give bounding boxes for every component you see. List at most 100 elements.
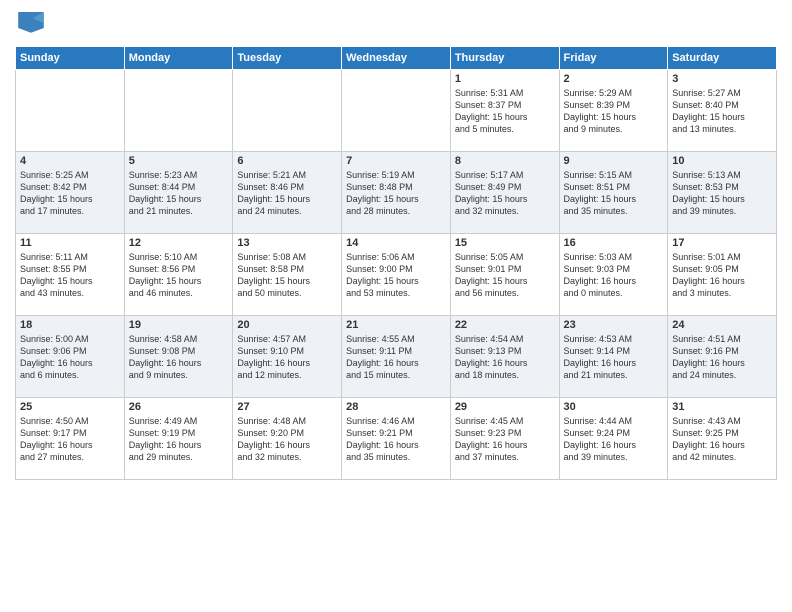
day-info: Sunrise: 4:51 AM Sunset: 9:16 PM Dayligh… (672, 333, 772, 382)
day-info: Sunrise: 5:10 AM Sunset: 8:56 PM Dayligh… (129, 251, 229, 300)
calendar-cell: 25 Sunrise: 4:50 AM Sunset: 9:17 PM Dayli… (16, 398, 125, 480)
day-info: Sunrise: 4:53 AM Sunset: 9:14 PM Dayligh… (564, 333, 664, 382)
day-number: 8 (455, 155, 555, 167)
col-header-wednesday: Wednesday (342, 47, 451, 70)
day-number: 2 (564, 73, 664, 85)
day-info: Sunrise: 4:54 AM Sunset: 9:13 PM Dayligh… (455, 333, 555, 382)
day-number: 5 (129, 155, 229, 167)
calendar-cell: 2 Sunrise: 5:29 AM Sunset: 8:39 PM Daylig… (559, 70, 668, 152)
calendar-cell: 6 Sunrise: 5:21 AM Sunset: 8:46 PM Daylig… (233, 152, 342, 234)
week-row-5: 25 Sunrise: 4:50 AM Sunset: 9:17 PM Dayli… (16, 398, 777, 480)
calendar-cell: 29 Sunrise: 4:45 AM Sunset: 9:23 PM Dayli… (450, 398, 559, 480)
calendar-cell: 24 Sunrise: 4:51 AM Sunset: 9:16 PM Dayli… (668, 316, 777, 398)
day-info: Sunrise: 5:13 AM Sunset: 8:53 PM Dayligh… (672, 169, 772, 218)
day-number: 17 (672, 237, 772, 249)
day-info: Sunrise: 4:49 AM Sunset: 9:19 PM Dayligh… (129, 415, 229, 464)
day-info: Sunrise: 5:23 AM Sunset: 8:44 PM Dayligh… (129, 169, 229, 218)
col-header-monday: Monday (124, 47, 233, 70)
day-info: Sunrise: 5:17 AM Sunset: 8:49 PM Dayligh… (455, 169, 555, 218)
day-info: Sunrise: 5:05 AM Sunset: 9:01 PM Dayligh… (455, 251, 555, 300)
day-number: 16 (564, 237, 664, 249)
header-row: SundayMondayTuesdayWednesdayThursdayFrid… (16, 47, 777, 70)
calendar-cell: 9Sunrise: 5:15 AM Sunset: 8:51 PM Daylig… (559, 152, 668, 234)
day-number: 28 (346, 401, 446, 413)
day-info: Sunrise: 5:06 AM Sunset: 9:00 PM Dayligh… (346, 251, 446, 300)
day-number: 11 (20, 237, 120, 249)
calendar-cell (124, 70, 233, 152)
calendar-cell: 7 Sunrise: 5:19 AM Sunset: 8:48 PM Daylig… (342, 152, 451, 234)
week-row-4: 18 Sunrise: 5:00 AM Sunset: 9:06 PM Dayli… (16, 316, 777, 398)
calendar-page: SundayMondayTuesdayWednesdayThursdayFrid… (0, 0, 792, 612)
day-number: 23 (564, 319, 664, 331)
calendar-cell: 27 Sunrise: 4:48 AM Sunset: 9:20 PM Dayli… (233, 398, 342, 480)
calendar-cell: 23 Sunrise: 4:53 AM Sunset: 9:14 PM Dayli… (559, 316, 668, 398)
day-number: 10 (672, 155, 772, 167)
day-info: Sunrise: 4:46 AM Sunset: 9:21 PM Dayligh… (346, 415, 446, 464)
day-info: Sunrise: 4:57 AM Sunset: 9:10 PM Dayligh… (237, 333, 337, 382)
calendar-cell (16, 70, 125, 152)
day-number: 6 (237, 155, 337, 167)
day-number: 22 (455, 319, 555, 331)
calendar-cell: 3 Sunrise: 5:27 AM Sunset: 8:40 PM Daylig… (668, 70, 777, 152)
day-info: Sunrise: 5:15 AM Sunset: 8:51 PM Dayligh… (564, 169, 664, 218)
day-number: 29 (455, 401, 555, 413)
day-info: Sunrise: 5:27 AM Sunset: 8:40 PM Dayligh… (672, 87, 772, 136)
calendar-cell: 15Sunrise: 5:05 AM Sunset: 9:01 PM Dayli… (450, 234, 559, 316)
day-number: 14 (346, 237, 446, 249)
day-info: Sunrise: 4:45 AM Sunset: 9:23 PM Dayligh… (455, 415, 555, 464)
day-number: 18 (20, 319, 120, 331)
day-number: 4 (20, 155, 120, 167)
calendar-cell: 12 Sunrise: 5:10 AM Sunset: 8:56 PM Dayli… (124, 234, 233, 316)
calendar-cell: 31 Sunrise: 4:43 AM Sunset: 9:25 PM Dayli… (668, 398, 777, 480)
day-number: 1 (455, 73, 555, 85)
calendar-cell: 1Sunrise: 5:31 AM Sunset: 8:37 PM Daylig… (450, 70, 559, 152)
col-header-saturday: Saturday (668, 47, 777, 70)
logo (15, 10, 49, 38)
day-info: Sunrise: 5:19 AM Sunset: 8:48 PM Dayligh… (346, 169, 446, 218)
calendar-cell (233, 70, 342, 152)
day-info: Sunrise: 5:08 AM Sunset: 8:58 PM Dayligh… (237, 251, 337, 300)
calendar-cell: 11 Sunrise: 5:11 AM Sunset: 8:55 PM Dayli… (16, 234, 125, 316)
week-row-3: 11 Sunrise: 5:11 AM Sunset: 8:55 PM Dayli… (16, 234, 777, 316)
day-number: 26 (129, 401, 229, 413)
day-info: Sunrise: 4:48 AM Sunset: 9:20 PM Dayligh… (237, 415, 337, 464)
day-info: Sunrise: 4:58 AM Sunset: 9:08 PM Dayligh… (129, 333, 229, 382)
day-number: 12 (129, 237, 229, 249)
day-info: Sunrise: 5:11 AM Sunset: 8:55 PM Dayligh… (20, 251, 120, 300)
day-number: 19 (129, 319, 229, 331)
calendar-cell: 10 Sunrise: 5:13 AM Sunset: 8:53 PM Dayli… (668, 152, 777, 234)
calendar-cell (342, 70, 451, 152)
col-header-thursday: Thursday (450, 47, 559, 70)
day-number: 31 (672, 401, 772, 413)
calendar-cell: 26 Sunrise: 4:49 AM Sunset: 9:19 PM Dayli… (124, 398, 233, 480)
calendar-cell: 22 Sunrise: 4:54 AM Sunset: 9:13 PM Dayli… (450, 316, 559, 398)
day-info: Sunrise: 4:50 AM Sunset: 9:17 PM Dayligh… (20, 415, 120, 464)
week-row-1: 1Sunrise: 5:31 AM Sunset: 8:37 PM Daylig… (16, 70, 777, 152)
calendar-cell: 18 Sunrise: 5:00 AM Sunset: 9:06 PM Dayli… (16, 316, 125, 398)
day-number: 30 (564, 401, 664, 413)
calendar-cell: 21Sunrise: 4:55 AM Sunset: 9:11 PM Dayli… (342, 316, 451, 398)
day-number: 27 (237, 401, 337, 413)
day-info: Sunrise: 4:43 AM Sunset: 9:25 PM Dayligh… (672, 415, 772, 464)
calendar-cell: 30 Sunrise: 4:44 AM Sunset: 9:24 PM Dayli… (559, 398, 668, 480)
day-info: Sunrise: 5:25 AM Sunset: 8:42 PM Dayligh… (20, 169, 120, 218)
calendar-cell: 28 Sunrise: 4:46 AM Sunset: 9:21 PM Dayli… (342, 398, 451, 480)
day-number: 21 (346, 319, 446, 331)
day-number: 24 (672, 319, 772, 331)
day-number: 20 (237, 319, 337, 331)
day-info: Sunrise: 5:00 AM Sunset: 9:06 PM Dayligh… (20, 333, 120, 382)
calendar-cell: 16 Sunrise: 5:03 AM Sunset: 9:03 PM Dayli… (559, 234, 668, 316)
calendar-cell: 14 Sunrise: 5:06 AM Sunset: 9:00 PM Dayli… (342, 234, 451, 316)
col-header-friday: Friday (559, 47, 668, 70)
day-info: Sunrise: 5:21 AM Sunset: 8:46 PM Dayligh… (237, 169, 337, 218)
day-number: 7 (346, 155, 446, 167)
calendar-cell: 4 Sunrise: 5:25 AM Sunset: 8:42 PM Daylig… (16, 152, 125, 234)
day-number: 3 (672, 73, 772, 85)
col-header-tuesday: Tuesday (233, 47, 342, 70)
page-header (15, 10, 777, 38)
day-info: Sunrise: 5:29 AM Sunset: 8:39 PM Dayligh… (564, 87, 664, 136)
day-number: 25 (20, 401, 120, 413)
calendar-cell: 5 Sunrise: 5:23 AM Sunset: 8:44 PM Daylig… (124, 152, 233, 234)
day-info: Sunrise: 4:44 AM Sunset: 9:24 PM Dayligh… (564, 415, 664, 464)
day-info: Sunrise: 5:03 AM Sunset: 9:03 PM Dayligh… (564, 251, 664, 300)
